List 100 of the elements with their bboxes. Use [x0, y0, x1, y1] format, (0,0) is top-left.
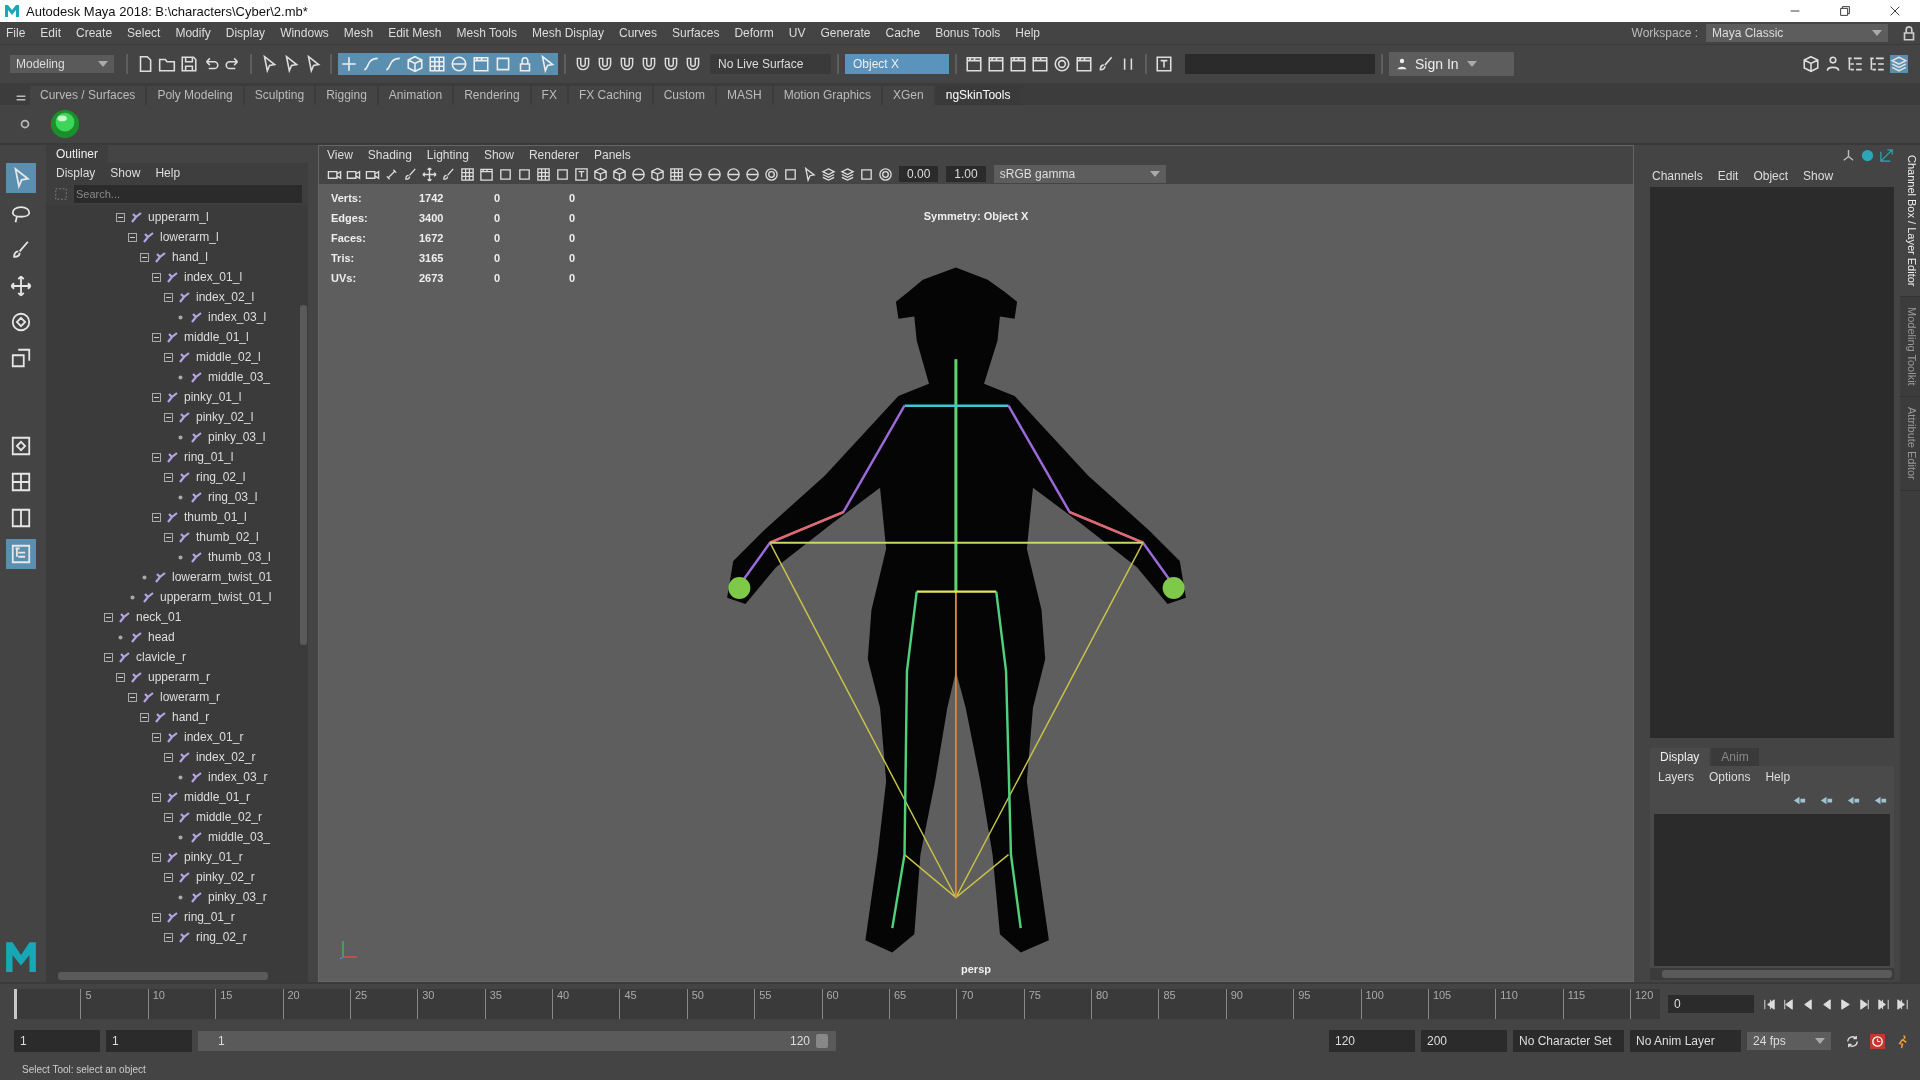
character-set-field[interactable]: No Character Set: [1513, 1030, 1624, 1052]
menu-item[interactable]: Display: [56, 166, 96, 180]
collapse-toggle-icon[interactable]: [164, 292, 173, 302]
tree-item[interactable]: neck_01: [136, 610, 182, 624]
workspace-dropdown[interactable]: Maya Classic: [1706, 24, 1888, 42]
selection-mask-icon[interactable]: [494, 55, 512, 73]
side-tab[interactable]: Attribute Editor: [1900, 397, 1920, 491]
menu-item[interactable]: Panels: [593, 148, 631, 162]
gear-icon[interactable]: [18, 117, 32, 131]
menu-item[interactable]: View: [327, 148, 353, 162]
menu-item[interactable]: Mesh: [343, 26, 374, 40]
text-cursor-icon[interactable]: [1155, 55, 1173, 73]
range-handle[interactable]: [816, 1034, 828, 1048]
tree-item[interactable]: hand_l: [172, 250, 209, 264]
selection-mask-icon[interactable]: [538, 55, 556, 73]
play-icon[interactable]: [1838, 996, 1853, 1012]
time-slider[interactable]: 5 10 15 20 25 30 35 40 45 50 55 60 65 70 75 80 85 90 95 100 105 110 115 120: [14, 989, 1660, 1019]
clapperboard-icon[interactable]: [1031, 55, 1049, 73]
cube-icon[interactable]: [650, 166, 665, 182]
collapse-toggle-icon[interactable]: [152, 452, 161, 462]
tree-item[interactable]: ring_02_l: [196, 470, 246, 484]
menu-item[interactable]: Edit: [1717, 169, 1739, 183]
exposure-field[interactable]: 0.00: [899, 166, 939, 182]
brush-icon[interactable]: [1097, 55, 1115, 73]
clapperboard-icon[interactable]: [965, 55, 983, 73]
clapperboard-icon[interactable]: [479, 166, 494, 182]
tree-item[interactable]: middle_03_: [208, 370, 271, 384]
skip-to-end-icon[interactable]: [1876, 996, 1891, 1012]
shelf-tab[interactable]: Animation: [378, 86, 453, 105]
menu-item[interactable]: Select: [127, 26, 161, 40]
collapse-toggle-icon[interactable]: [128, 232, 137, 242]
magnet-icon[interactable]: [574, 55, 592, 73]
grid-icon[interactable]: [536, 166, 551, 182]
magnet-icon[interactable]: [640, 55, 658, 73]
menu-item[interactable]: Surfaces: [672, 26, 720, 40]
clapperboard-icon[interactable]: [987, 55, 1005, 73]
gamma-field[interactable]: 1.00: [946, 166, 986, 182]
shelf-tab[interactable]: MASH: [716, 86, 772, 105]
tree-item[interactable]: thumb_01_l: [184, 510, 247, 524]
cube-icon[interactable]: [612, 166, 627, 182]
menu-item[interactable]: Show: [483, 148, 514, 162]
collapse-toggle-icon[interactable]: [164, 932, 173, 942]
menu-item[interactable]: Show: [1803, 169, 1834, 183]
tree-item[interactable]: head: [148, 630, 175, 644]
grid-icon[interactable]: [669, 166, 684, 182]
menu-item[interactable]: UV: [788, 26, 806, 40]
skip-to-start-icon[interactable]: [1762, 996, 1777, 1012]
menu-item[interactable]: Layers: [1658, 770, 1695, 784]
square-icon[interactable]: [517, 166, 532, 182]
menu-item[interactable]: Generate: [820, 26, 871, 40]
layer-editor-tab[interactable]: Display: [1650, 748, 1710, 766]
search-field[interactable]: Search...: [74, 185, 302, 203]
axes-icon[interactable]: [1841, 147, 1856, 163]
tree-item[interactable]: ring_01_l: [184, 450, 234, 464]
selection-mask-icon[interactable]: [428, 55, 446, 73]
collapse-toggle-icon[interactable]: [104, 612, 113, 622]
tree-item[interactable]: middle_01_r: [184, 790, 251, 804]
magnet-icon[interactable]: [662, 55, 680, 73]
menu-item[interactable]: Show: [110, 166, 141, 180]
tree-item[interactable]: ring_02_r: [196, 930, 247, 944]
tree-item[interactable]: upperarm_twist_01_l: [160, 590, 272, 604]
outliner-layout-icon[interactable]: [6, 539, 36, 569]
tree-item[interactable]: upperarm_l: [148, 210, 209, 224]
collapse-toggle-icon[interactable]: [164, 412, 173, 422]
magnet-icon[interactable]: [596, 55, 614, 73]
tree-item[interactable]: middle_02_r: [196, 810, 263, 824]
cursor-icon[interactable]: [304, 55, 322, 73]
shelf-tab[interactable]: Sculpting: [244, 86, 315, 105]
collapse-toggle-icon[interactable]: [152, 792, 161, 802]
move-icon[interactable]: [422, 166, 437, 182]
collapse-toggle-icon[interactable]: [140, 712, 149, 722]
menu-item[interactable]: Edit Mesh: [388, 26, 442, 40]
collapse-toggle-icon[interactable]: [152, 272, 161, 282]
menu-item[interactable]: Options: [1709, 770, 1751, 784]
collapse-toggle-icon[interactable]: [152, 332, 161, 342]
selection-mask-icon[interactable]: [362, 55, 380, 73]
cube-icon[interactable]: [593, 166, 608, 182]
menu-item[interactable]: Windows: [280, 26, 329, 40]
menu-item[interactable]: Curves: [619, 26, 658, 40]
menu-item[interactable]: Help: [1015, 26, 1040, 40]
layers-icon[interactable]: [840, 166, 855, 182]
list-icon[interactable]: [1868, 55, 1886, 73]
step-forward-icon[interactable]: [1857, 996, 1872, 1012]
skip-to-end-icon[interactable]: [1895, 996, 1910, 1012]
figure-icon[interactable]: [1824, 55, 1842, 73]
shelf-tab[interactable]: XGen: [883, 86, 934, 105]
tree-item[interactable]: lowerarm_twist_01: [172, 570, 273, 584]
tree-item[interactable]: thumb_03_l: [208, 550, 271, 564]
command-field[interactable]: [1185, 54, 1375, 74]
collapse-toggle-icon[interactable]: [152, 852, 161, 862]
playback-start-field[interactable]: 1: [106, 1030, 192, 1052]
menu-item[interactable]: Create: [76, 26, 113, 40]
menu-item[interactable]: Shading: [367, 148, 412, 162]
tree-item[interactable]: index_03_l: [208, 310, 267, 324]
menu-item[interactable]: Deform: [734, 26, 774, 40]
magnet-icon[interactable]: [684, 55, 702, 73]
menu-item[interactable]: Mesh Tools: [456, 26, 517, 40]
restore-icon[interactable]: [1838, 4, 1852, 18]
tree-item[interactable]: index_02_r: [196, 750, 256, 764]
sphere-icon[interactable]: [50, 109, 80, 139]
